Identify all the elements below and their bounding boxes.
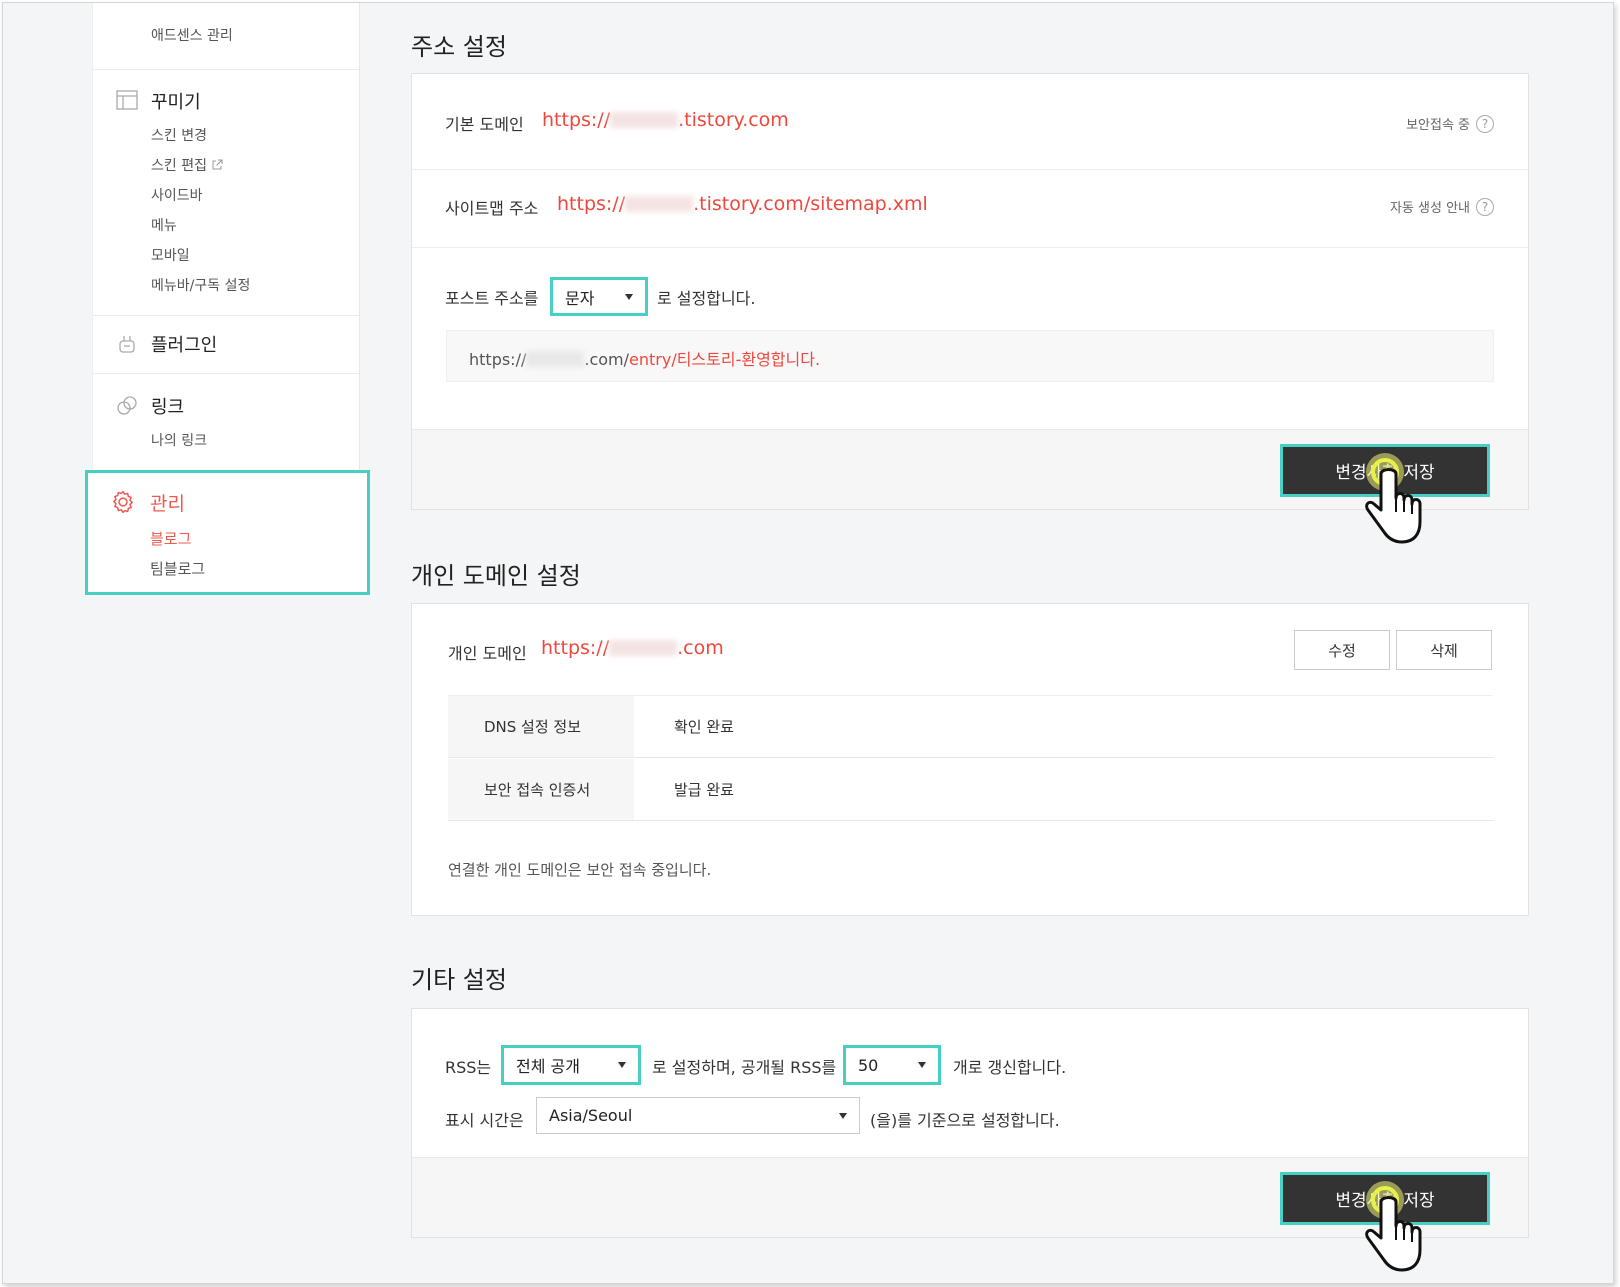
sidebar-section-link[interactable]: 링크: [151, 393, 184, 419]
sidebar-item-menu[interactable]: 메뉴: [151, 215, 177, 235]
sitemap-note: 자동 생성 안내?: [1390, 197, 1494, 216]
table-row: 보안 접속 인증서 발급 완료: [448, 759, 1494, 821]
caret-down-icon: [618, 1062, 626, 1068]
plug-icon: [119, 336, 135, 353]
default-domain-url[interactable]: https:// .tistory.com: [542, 109, 789, 131]
preview-prefix: https://: [469, 350, 527, 369]
select-value: 전체 공개: [516, 1057, 580, 1076]
save-other-button[interactable]: 변경사항 저장: [1280, 1172, 1490, 1225]
caret-down-icon: [839, 1112, 847, 1119]
sidebar-item-skin-change[interactable]: 스킨 변경: [151, 125, 207, 145]
dns-info-value: 확인 완료: [674, 718, 734, 736]
secure-note: 보안접속 중?: [1406, 114, 1494, 133]
delete-domain-button[interactable]: 삭제: [1396, 630, 1492, 670]
sidebar-section-plugin[interactable]: 플러그인: [151, 331, 217, 357]
divider: [412, 169, 1528, 170]
table-row: DNS 설정 정보 확인 완료: [448, 696, 1494, 758]
personal-domain-label: 개인 도메인: [448, 644, 527, 663]
rss-visibility-select[interactable]: 전체 공개: [501, 1045, 641, 1085]
link-icon: [117, 396, 137, 415]
sidebar-item-mobile[interactable]: 모바일: [151, 245, 190, 265]
sitemap-url[interactable]: https:// .tistory.com/sitemap.xml: [557, 193, 928, 215]
post-address-suffix: 로 설정합니다.: [657, 289, 756, 308]
sitemap-label: 사이트맵 주소: [445, 199, 539, 218]
select-value: Asia/Seoul: [549, 1106, 633, 1125]
preview-domain: .com/: [584, 350, 630, 369]
redacted-blog-id: [625, 196, 694, 212]
section-title-address: 주소 설정: [411, 33, 507, 61]
edit-domain-button[interactable]: 수정: [1294, 630, 1390, 670]
gear-icon: [113, 490, 133, 514]
caret-down-icon: [918, 1062, 926, 1068]
help-icon[interactable]: ?: [1476, 197, 1494, 216]
external-link-icon: [212, 159, 223, 170]
timezone-suffix: (을)를 기준으로 설정합니다.: [870, 1111, 1060, 1130]
rss-prefix: RSS는: [445, 1058, 492, 1077]
url-suffix: .tistory.com: [678, 109, 789, 131]
divider: [93, 373, 359, 374]
post-address-preview: https:// .com/entry/티스토리-환영합니다.: [446, 330, 1494, 382]
sidebar-item-blog[interactable]: 블로그: [150, 528, 191, 549]
dns-info-key: DNS 설정 정보: [448, 696, 634, 757]
divider: [412, 247, 1528, 248]
url-prefix: https://: [557, 193, 626, 215]
sidebar-item-team-blog[interactable]: 팀블로그: [150, 558, 205, 579]
timezone-prefix: 표시 시간은: [445, 1111, 524, 1130]
secure-note-text: 보안접속 중: [1406, 118, 1470, 133]
default-domain-label: 기본 도메인: [445, 115, 524, 134]
section-title-personal-domain: 개인 도메인 설정: [411, 562, 581, 590]
sidebar-item-menubar[interactable]: 메뉴바/구독 설정: [151, 275, 250, 295]
sidebar-item-my-link[interactable]: 나의 링크: [151, 430, 207, 450]
save-address-button[interactable]: 변경사항 저장: [1280, 444, 1490, 497]
redacted-blog-id: [526, 351, 585, 367]
sidebar-item-label: 스킨 편집: [151, 158, 207, 174]
post-address-prefix: 포스트 주소를: [445, 289, 539, 308]
select-value: 문자: [565, 288, 595, 308]
divider: [93, 69, 359, 70]
ssl-cert-value: 발급 완료: [674, 781, 734, 799]
select-value: 50: [858, 1055, 879, 1075]
preview-path: entry/티스토리-환영합니다.: [629, 350, 821, 369]
rss-mid: 로 설정하며, 공개될 RSS를: [652, 1058, 837, 1077]
sidebar-section-manage: 관리 블로그 팀블로그: [85, 470, 370, 595]
sidebar-manage-title[interactable]: 관리: [150, 489, 185, 516]
redacted-blog-id: [610, 112, 679, 128]
url-prefix: https://: [542, 109, 611, 131]
timezone-select[interactable]: Asia/Seoul: [536, 1097, 860, 1134]
layout-icon: [116, 90, 138, 110]
url-suffix: .com: [677, 637, 724, 659]
url-suffix: .tistory.com/sitemap.xml: [693, 193, 928, 215]
help-icon[interactable]: ?: [1476, 114, 1494, 133]
rss-count-select[interactable]: 50: [843, 1045, 941, 1085]
divider: [93, 315, 359, 316]
post-address-select[interactable]: 문자: [550, 277, 648, 316]
redacted-domain: [609, 640, 678, 656]
section-title-other: 기타 설정: [411, 966, 507, 994]
sidebar-section-decorate[interactable]: 꾸미기: [151, 88, 201, 114]
rss-suffix: 개로 갱신합니다.: [953, 1058, 1067, 1077]
ssl-cert-key: 보안 접속 인증서: [448, 759, 634, 820]
caret-down-icon: [625, 293, 633, 300]
browser-frame: 애드센스 관리 꾸미기 스킨 변경 스킨 편집 사이드바 메뉴 모바일 메뉴바/…: [2, 2, 1614, 1284]
personal-domain-url[interactable]: https:// .com: [541, 637, 724, 659]
url-prefix: https://: [541, 637, 610, 659]
sidebar-item-skin-edit[interactable]: 스킨 편집: [151, 155, 223, 175]
sidebar-item-sidebar[interactable]: 사이드바: [151, 185, 203, 205]
secure-connection-note: 연결한 개인 도메인은 보안 접속 중입니다.: [448, 861, 712, 879]
personal-domain-panel: 개인 도메인 https:// .com 수정 삭제 DNS 설정 정보 확인 완…: [411, 603, 1529, 916]
sidebar-item-adsense[interactable]: 애드센스 관리: [151, 25, 233, 45]
sitemap-note-text: 자동 생성 안내: [1389, 201, 1470, 216]
